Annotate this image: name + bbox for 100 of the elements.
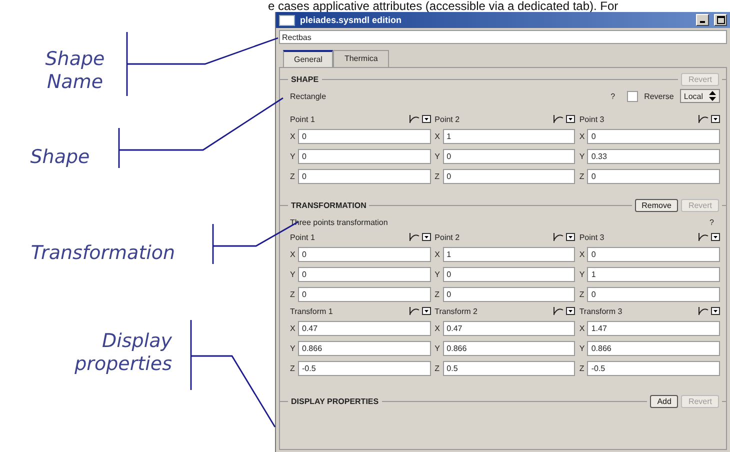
point-label: Point 1: [290, 232, 316, 242]
coordinate-field[interactable]: 0.33: [587, 148, 720, 164]
curve-icon[interactable]: [698, 307, 709, 315]
curve-icon[interactable]: [553, 307, 564, 315]
axis-label: X: [579, 132, 586, 140]
point-label: Point 1: [290, 114, 316, 124]
coordinate-field[interactable]: 0: [587, 246, 720, 262]
coordinate-field[interactable]: 1.47: [587, 320, 720, 336]
coordinate-field[interactable]: 0.47: [442, 320, 576, 336]
coordinate-field[interactable]: 0: [298, 168, 431, 184]
section-title: DISPLAY PROPERTIES: [291, 396, 379, 406]
coordinate-field[interactable]: 0: [442, 168, 576, 184]
coordinate-field[interactable]: 0.47: [298, 320, 431, 336]
curve-icon[interactable]: [553, 115, 564, 123]
coordinate-field[interactable]: 0: [298, 128, 431, 144]
section-button[interactable]: Remove: [634, 198, 678, 212]
axis-label: Y: [579, 152, 586, 160]
annotation-label: Transformation: [30, 242, 176, 265]
help-mark: ?: [710, 218, 714, 226]
point-label: Point 2: [434, 114, 461, 124]
axis-label: Y: [290, 152, 296, 160]
coordinate-field[interactable]: 0: [442, 266, 576, 282]
axis-label: X: [290, 324, 296, 332]
dropdown-icon[interactable]: [422, 307, 431, 315]
coordinate-field[interactable]: 0: [298, 148, 431, 164]
axis-label: Z: [434, 290, 441, 298]
coordinate-field[interactable]: 1: [587, 266, 720, 282]
coordinate-field[interactable]: 0: [298, 246, 431, 262]
shape-type-label: Three points transformation: [290, 218, 389, 226]
tab[interactable]: General: [283, 50, 334, 67]
point-label: Point 3: [579, 232, 606, 242]
axis-label: Y: [434, 270, 441, 278]
axis-label: Z: [434, 364, 441, 372]
coordinate-field[interactable]: -0.5: [587, 360, 720, 376]
coordinate-field[interactable]: -0.5: [298, 360, 431, 376]
section-title: TRANSFORMATION: [291, 200, 366, 210]
axis-label: Y: [579, 270, 586, 278]
axis-label: Y: [290, 344, 296, 352]
axis-label: X: [434, 324, 441, 332]
coordinate-field[interactable]: 0.866: [587, 340, 720, 356]
checkbox-label: Reverse: [644, 92, 674, 100]
dropdown-icon[interactable]: [566, 233, 576, 241]
dropdown-icon[interactable]: [566, 307, 576, 315]
frame-select[interactable]: Local: [680, 89, 720, 103]
point-label: Transform 3: [579, 306, 624, 316]
axis-label: Z: [579, 364, 586, 372]
axis-label: X: [434, 132, 441, 140]
maximize-button[interactable]: [714, 14, 727, 26]
axis-label: Z: [290, 290, 296, 298]
curve-icon[interactable]: [408, 307, 420, 315]
axis-label: Z: [290, 364, 296, 372]
window-title: pleiades.sysmdl edition: [300, 15, 403, 25]
axis-label: Z: [434, 172, 441, 180]
window-icon: [279, 14, 295, 26]
section-button[interactable]: Add: [650, 394, 678, 408]
coordinate-field[interactable]: 0.866: [442, 340, 576, 356]
section-title: SHAPE: [291, 74, 319, 84]
coordinate-field[interactable]: 0: [587, 168, 720, 184]
coordinate-field[interactable]: 0: [442, 286, 576, 302]
curve-icon[interactable]: [553, 233, 564, 241]
annotation-label: Shape: [29, 146, 91, 169]
shape-type-label: Rectangle: [290, 92, 328, 100]
axis-label: Z: [579, 172, 586, 180]
curve-icon[interactable]: [408, 233, 420, 241]
curve-icon[interactable]: [408, 115, 420, 123]
curve-icon[interactable]: [698, 115, 709, 123]
axis-label: Z: [579, 290, 586, 298]
axis-label: X: [579, 250, 586, 258]
axis-label: Z: [290, 172, 296, 180]
minimize-button[interactable]: [696, 14, 709, 26]
axis-label: X: [290, 132, 296, 140]
reverse-checkbox[interactable]: [627, 90, 638, 102]
dropdown-icon[interactable]: [422, 115, 431, 123]
dropdown-icon[interactable]: [566, 115, 576, 123]
coordinate-field[interactable]: 0: [442, 148, 576, 164]
coordinate-field[interactable]: 0.5: [442, 360, 576, 376]
coordinate-field[interactable]: 0: [587, 128, 720, 144]
coordinate-field[interactable]: 0: [298, 286, 431, 302]
point-label: Transform 2: [434, 306, 478, 316]
axis-label: X: [434, 250, 441, 258]
axis-label: Y: [434, 344, 441, 352]
dropdown-icon[interactable]: [422, 233, 431, 241]
name-field[interactable]: Rectbas: [279, 30, 727, 44]
coordinate-field[interactable]: 1: [442, 128, 576, 144]
curve-icon[interactable]: [698, 233, 709, 241]
tab[interactable]: Thermica: [333, 50, 389, 67]
dropdown-icon[interactable]: [711, 115, 720, 123]
coordinate-field[interactable]: 0: [298, 266, 431, 282]
point-label: Transform 1: [290, 306, 334, 316]
axis-label: X: [290, 250, 296, 258]
coordinate-field[interactable]: 0: [587, 286, 720, 302]
coordinate-field[interactable]: 1: [442, 246, 576, 262]
document-text: e cases applicative attributes (accessible via a dedicated tab). For: [267, 0, 620, 12]
dropdown-icon[interactable]: [711, 307, 720, 315]
axis-label: X: [579, 324, 586, 332]
coordinate-field[interactable]: 0.866: [298, 340, 431, 356]
dropdown-icon[interactable]: [711, 233, 720, 241]
spin-icon: [709, 91, 716, 101]
annotation-label: Display properties: [74, 330, 172, 376]
point-label: Point 2: [434, 232, 461, 242]
